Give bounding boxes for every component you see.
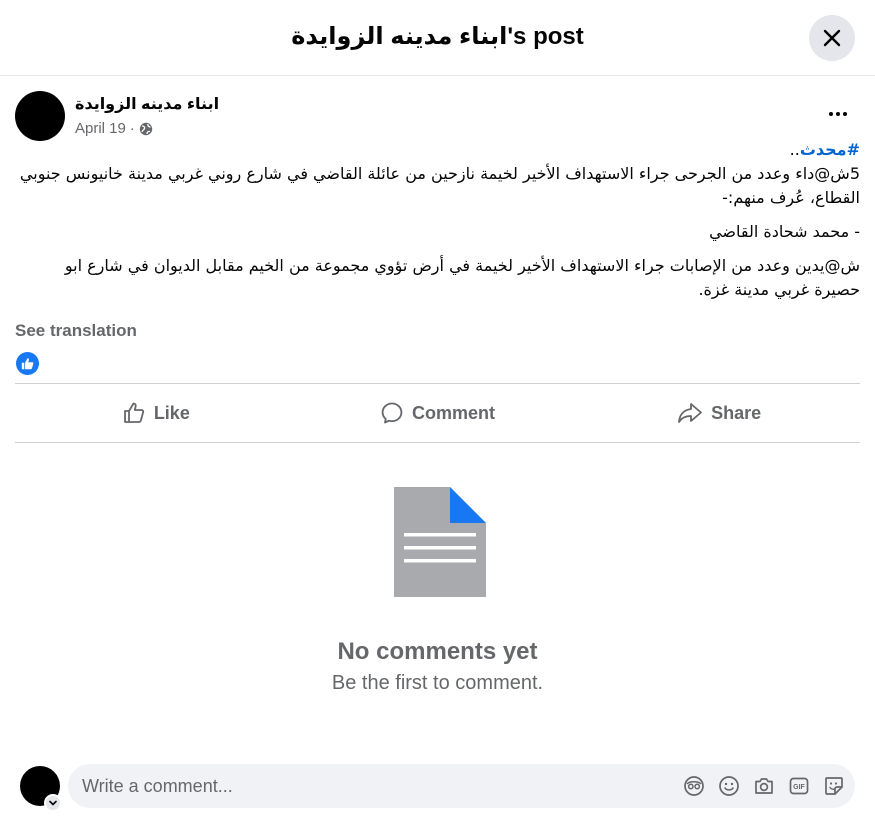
actions-top-divider bbox=[15, 383, 860, 384]
avatar-sticker-icon[interactable] bbox=[682, 774, 705, 797]
like-reaction-badge[interactable] bbox=[16, 352, 39, 375]
share-button[interactable]: Share bbox=[578, 385, 860, 441]
more-dot bbox=[829, 112, 833, 116]
author-name[interactable]: ابناء مدينه الزوايدة bbox=[75, 94, 219, 114]
profile-switch-badge[interactable] bbox=[44, 794, 62, 812]
post-paragraph-2: - محمد شحادة القاضي bbox=[709, 222, 860, 241]
gif-icon[interactable]: GIF bbox=[787, 774, 810, 797]
post-paragraph-1: 5ش@داء وعدد من الجرحى جراء الاستهداف الأ… bbox=[19, 164, 860, 207]
like-button[interactable]: Like bbox=[15, 385, 297, 441]
dialog-header: ابناء مدينه الزوايدة's post bbox=[0, 0, 875, 76]
see-translation-link[interactable]: See translation bbox=[15, 321, 137, 341]
chevron-down-icon bbox=[49, 800, 57, 806]
post-meta: April 19 · bbox=[75, 120, 153, 137]
like-label: Like bbox=[153, 402, 190, 423]
camera-icon[interactable] bbox=[752, 774, 775, 797]
comment-bubble-icon bbox=[381, 402, 403, 424]
close-button[interactable] bbox=[809, 15, 855, 61]
hashtag-line: #محدث.. 5ش@داء وعدد من الجرحى جراء الاسته… bbox=[15, 138, 860, 210]
post-body: #محدث.. 5ش@داء وعدد من الجرحى جراء الاسته… bbox=[15, 138, 860, 312]
thumbs-up-outline-icon bbox=[123, 402, 144, 423]
comment-input[interactable] bbox=[82, 764, 662, 808]
meta-separator: · bbox=[129, 120, 135, 137]
comment-button[interactable]: Comment bbox=[297, 385, 579, 441]
globe-icon[interactable] bbox=[139, 122, 153, 136]
comment-label: Comment bbox=[412, 402, 496, 423]
emoji-icon[interactable] bbox=[717, 774, 740, 797]
composer-icon-row: GIF bbox=[682, 774, 845, 797]
share-label: Share bbox=[711, 402, 762, 423]
post-date[interactable]: April 19 bbox=[75, 120, 126, 137]
author-avatar[interactable] bbox=[15, 91, 65, 141]
post-paragraph-3: ش@يدين وعدد من الإصابات جراء الاستهداف ا… bbox=[64, 256, 860, 299]
hashtag-suffix: .. bbox=[789, 140, 800, 159]
empty-comments-subtitle: Be the first to comment. bbox=[331, 672, 544, 694]
close-icon bbox=[823, 29, 841, 47]
document-icon bbox=[394, 487, 486, 597]
post-action-bar: Like Comment Share bbox=[15, 385, 860, 441]
dialog-title: ابناء مدينه الزوايدة's post bbox=[291, 23, 584, 50]
share-arrow-icon bbox=[678, 403, 703, 423]
hashtag-link[interactable]: #محدث bbox=[800, 140, 860, 159]
more-dot bbox=[836, 112, 840, 116]
actions-bottom-divider bbox=[15, 442, 860, 443]
comment-composer[interactable]: GIF bbox=[68, 764, 855, 808]
sticker-icon[interactable] bbox=[822, 774, 845, 797]
thumbs-up-icon bbox=[21, 358, 34, 370]
more-dot bbox=[843, 112, 847, 116]
svg-text:GIF: GIF bbox=[793, 784, 805, 791]
more-options-button[interactable] bbox=[822, 100, 854, 128]
empty-comments-title: No comments yet bbox=[337, 638, 538, 665]
